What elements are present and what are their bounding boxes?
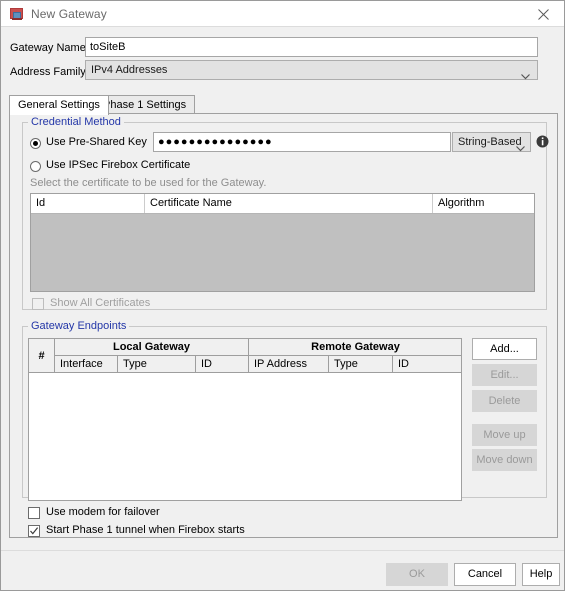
address-family-label: Address Family:: [10, 66, 89, 78]
pre-shared-key-input[interactable]: [153, 132, 451, 152]
radio-cert-label: Use IPSec Firebox Certificate: [46, 159, 191, 171]
column-header-id[interactable]: Id: [31, 194, 145, 213]
add-endpoint-label: Add...: [490, 343, 519, 355]
radio-cert-indicator: [30, 161, 41, 172]
chevron-down-icon: [516, 140, 525, 159]
help-label: Help: [529, 568, 553, 580]
start-phase-1-checkbox-indicator: [28, 525, 40, 537]
certificate-helper-text: Select the certificate to be used for th…: [30, 177, 267, 189]
footer-divider: [1, 550, 564, 551]
address-family-select[interactable]: IPv4 Addresses: [85, 60, 538, 80]
tab-general-settings[interactable]: General Settings: [9, 95, 109, 115]
cancel-label: Cancel: [467, 568, 503, 580]
psk-format-select[interactable]: String-Based: [452, 132, 531, 152]
credential-method-title: Credential Method: [28, 116, 124, 128]
move-up-button: Move up: [472, 424, 537, 446]
use-modem-label: Use modem for failover: [46, 506, 160, 518]
gateway-endpoints-table-body: [29, 373, 461, 500]
address-family-value: IPv4 Addresses: [91, 64, 168, 76]
tab-phase-1-settings-label: Phase 1 Settings: [103, 99, 187, 111]
move-up-label: Move up: [483, 429, 526, 441]
certificate-table-body: [31, 214, 534, 291]
show-all-certificates-checkbox-indicator: [32, 298, 44, 310]
column-header-interface[interactable]: Interface: [55, 356, 118, 373]
close-icon[interactable]: [521, 1, 564, 26]
general-settings-panel: Credential Method Use Pre-Shared Key Str…: [9, 113, 558, 538]
column-header-certificate-name[interactable]: Certificate Name: [145, 194, 433, 213]
edit-endpoint-label: Edit...: [490, 369, 519, 381]
chevron-down-icon: [521, 68, 530, 87]
ok-label: OK: [409, 568, 425, 580]
info-icon[interactable]: [536, 135, 549, 148]
window-title: New Gateway: [31, 7, 107, 21]
tab-phase-1-settings[interactable]: Phase 1 Settings: [94, 95, 196, 114]
psk-format-value: String-Based: [458, 136, 522, 148]
help-button[interactable]: Help: [522, 563, 560, 586]
column-group-local-gateway[interactable]: Local Gateway: [55, 339, 249, 356]
move-down-button: Move down: [472, 449, 537, 471]
edit-endpoint-button: Edit...: [472, 364, 537, 386]
column-header-algorithm[interactable]: Algorithm: [433, 194, 534, 213]
certificate-table-header: Id Certificate Name Algorithm: [31, 194, 534, 214]
gateway-endpoints-table[interactable]: # Local Gateway Remote Gateway Interface…: [28, 338, 462, 501]
certificate-table[interactable]: Id Certificate Name Algorithm: [30, 193, 535, 292]
cancel-button[interactable]: Cancel: [454, 563, 516, 586]
gateway-endpoints-title: Gateway Endpoints: [28, 320, 130, 332]
delete-endpoint-button: Delete: [472, 390, 537, 412]
start-phase-1-label: Start Phase 1 tunnel when Firebox starts: [46, 524, 245, 536]
column-header-local-id[interactable]: ID: [196, 356, 249, 373]
gateway-name-input[interactable]: [85, 37, 538, 57]
delete-endpoint-label: Delete: [488, 395, 521, 407]
radio-psk-indicator: [30, 138, 41, 149]
new-gateway-dialog: New Gateway Gateway Name: Address Family…: [0, 0, 565, 591]
column-header-number[interactable]: #: [29, 339, 55, 373]
radio-psk-label: Use Pre-Shared Key: [46, 136, 147, 148]
column-group-remote-gateway[interactable]: Remote Gateway: [249, 339, 461, 356]
tab-strip: General Settings Phase 1 Settings: [9, 95, 558, 115]
title-bar: New Gateway: [1, 1, 564, 27]
column-header-remote-type[interactable]: Type: [329, 356, 393, 373]
column-header-ip-address[interactable]: IP Address: [249, 356, 329, 373]
tab-general-settings-label: General Settings: [18, 99, 100, 111]
ok-button: OK: [386, 563, 448, 586]
column-header-local-type[interactable]: Type: [118, 356, 196, 373]
column-header-remote-id[interactable]: ID: [393, 356, 461, 373]
gateway-endpoints-table-header: # Local Gateway Remote Gateway Interface…: [29, 339, 461, 373]
move-down-label: Move down: [476, 454, 533, 466]
gateway-name-label: Gateway Name:: [10, 42, 89, 54]
use-modem-checkbox-indicator: [28, 507, 40, 519]
add-endpoint-button[interactable]: Add...: [472, 338, 537, 360]
gateway-icon: [10, 7, 24, 21]
show-all-certificates-label: Show All Certificates: [50, 297, 151, 309]
